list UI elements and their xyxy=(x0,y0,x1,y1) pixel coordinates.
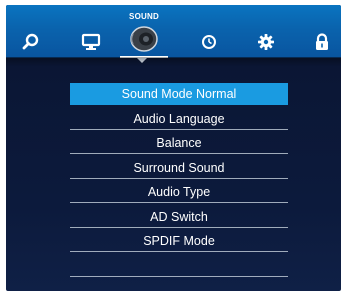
menu-item-label: AD Switch xyxy=(150,209,208,224)
menu-item-surround-sound[interactable]: Surround Sound xyxy=(70,157,288,179)
tab-bar-shadow xyxy=(6,57,341,67)
gear-icon[interactable] xyxy=(255,31,277,53)
menu-item-audio-language[interactable]: Audio Language xyxy=(70,108,288,130)
settings-panel: SOUND Sound Mode Normal Audio Language B… xyxy=(6,5,341,291)
menu-item-label: Sound Mode Normal xyxy=(121,87,237,101)
menu-item-empty xyxy=(70,255,288,277)
menu-item-ad-switch[interactable]: AD Switch xyxy=(70,206,288,228)
sound-menu-list: Sound Mode Normal Audio Language Balance… xyxy=(70,83,288,279)
menu-item-label: Audio Language xyxy=(133,111,225,126)
menu-item-label: Surround Sound xyxy=(133,160,225,175)
menu-item-label: Balance xyxy=(156,136,202,150)
menu-item-label: SPDIF Mode xyxy=(143,234,215,248)
menu-item-spdif-mode[interactable]: SPDIF Mode xyxy=(70,230,288,252)
monitor-icon[interactable] xyxy=(80,31,102,53)
menu-item-label: Audio Type xyxy=(147,185,211,199)
search-icon[interactable] xyxy=(20,31,42,53)
menu-item-audio-type[interactable]: Audio Type xyxy=(70,181,288,203)
clock-icon[interactable] xyxy=(198,31,220,53)
active-tab-title: SOUND xyxy=(129,12,159,21)
menu-item-sound-mode[interactable]: Sound Mode Normal xyxy=(70,83,288,105)
menu-item-balance[interactable]: Balance xyxy=(70,132,288,154)
category-tab-bar: SOUND xyxy=(6,5,341,58)
speaker-icon[interactable] xyxy=(127,24,161,54)
tv-osd-screen: SOUND Sound Mode Normal Audio Language B… xyxy=(0,0,345,294)
lock-icon[interactable] xyxy=(311,31,333,53)
